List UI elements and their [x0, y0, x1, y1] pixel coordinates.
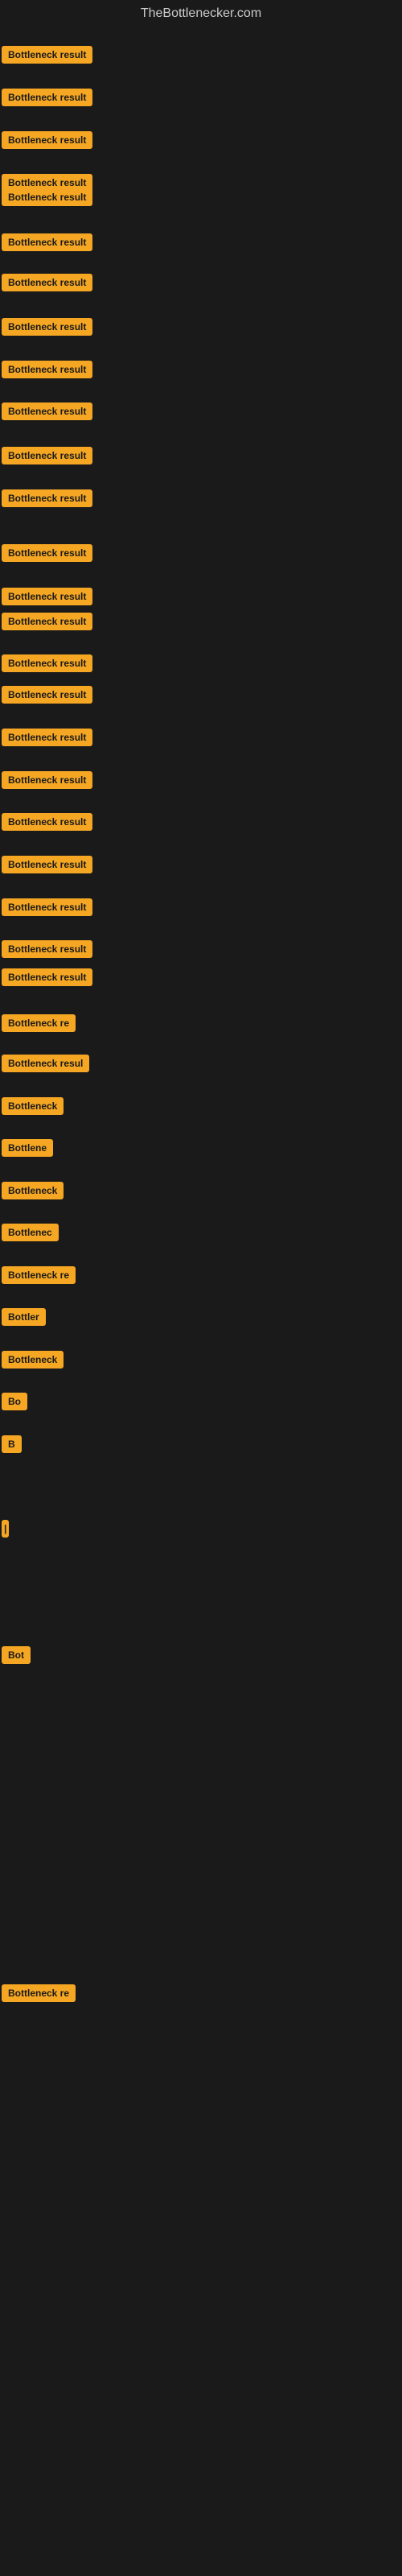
bottleneck-item-34: Bo [2, 1393, 27, 1410]
bottleneck-item-13: Bottleneck result [2, 544, 92, 562]
bottleneck-badge-16: Bottleneck result [2, 654, 92, 672]
bottleneck-item-28: Bottlene [2, 1139, 53, 1157]
bottleneck-badge-48: Bottleneck re [2, 1984, 76, 2002]
bottleneck-item-8: Bottleneck result [2, 318, 92, 336]
bottleneck-item-18: Bottleneck result [2, 729, 92, 746]
bottleneck-badge-31: Bottleneck re [2, 1266, 76, 1284]
bottleneck-item-40: Bot [2, 1646, 31, 1664]
bottleneck-item-29: Bottleneck [2, 1182, 64, 1199]
bottleneck-badge-33: Bottleneck [2, 1351, 64, 1368]
bottleneck-badge-2: Bottleneck result [2, 89, 92, 106]
bottleneck-item-11: Bottleneck result [2, 447, 92, 464]
bottleneck-item-24: Bottleneck result [2, 968, 92, 986]
bottleneck-badge-23: Bottleneck result [2, 940, 92, 958]
bottleneck-item-5: Bottleneck result [2, 188, 92, 206]
bottleneck-item-33: Bottleneck [2, 1351, 64, 1368]
bottleneck-badge-34: Bo [2, 1393, 27, 1410]
bottleneck-item-9: Bottleneck result [2, 361, 92, 378]
bottleneck-item-30: Bottlenec [2, 1224, 59, 1241]
bottleneck-item-21: Bottleneck result [2, 856, 92, 873]
bottleneck-item-20: Bottleneck result [2, 813, 92, 831]
bottleneck-item-22: Bottleneck result [2, 898, 92, 916]
bottleneck-item-25: Bottleneck re [2, 1014, 76, 1032]
bottleneck-item-27: Bottleneck [2, 1097, 64, 1115]
bottleneck-badge-1: Bottleneck result [2, 46, 92, 64]
bottleneck-badge-21: Bottleneck result [2, 856, 92, 873]
bottleneck-item-2: Bottleneck result [2, 89, 92, 106]
bottleneck-item-16: Bottleneck result [2, 654, 92, 672]
bottleneck-badge-11: Bottleneck result [2, 447, 92, 464]
bottleneck-badge-18: Bottleneck result [2, 729, 92, 746]
bottleneck-badge-13: Bottleneck result [2, 544, 92, 562]
bottleneck-badge-6: Bottleneck result [2, 233, 92, 251]
site-title: TheBottlenecker.com [0, 0, 402, 27]
bottleneck-badge-8: Bottleneck result [2, 318, 92, 336]
bottleneck-badge-15: Bottleneck result [2, 613, 92, 630]
bottleneck-badge-40: Bot [2, 1646, 31, 1664]
bottleneck-item-17: Bottleneck result [2, 686, 92, 704]
bottleneck-item-14: Bottleneck result [2, 588, 92, 605]
bottleneck-item-32: Bottler [2, 1308, 46, 1326]
bottleneck-badge-32: Bottler [2, 1308, 46, 1326]
bottleneck-badge-19: Bottleneck result [2, 771, 92, 789]
bottleneck-badge-17: Bottleneck result [2, 686, 92, 704]
bottleneck-badge-10: Bottleneck result [2, 402, 92, 420]
bottleneck-item-26: Bottleneck resul [2, 1055, 89, 1072]
bottleneck-badge: | [2, 1520, 9, 1538]
bottleneck-badge-7: Bottleneck result [2, 274, 92, 291]
bottleneck-badge-25: Bottleneck re [2, 1014, 76, 1032]
bottleneck-item-23: Bottleneck result [2, 940, 92, 958]
bottleneck-badge-35: B [2, 1435, 22, 1453]
bottleneck-badge-28: Bottlene [2, 1139, 53, 1157]
bottleneck-item-19: Bottleneck result [2, 771, 92, 789]
bottleneck-item-31: Bottleneck re [2, 1266, 76, 1284]
bottleneck-item-35: B [2, 1435, 22, 1453]
bottleneck-badge-30: Bottlenec [2, 1224, 59, 1241]
bottleneck-badge-12: Bottleneck result [2, 489, 92, 507]
bottleneck-badge-27: Bottleneck [2, 1097, 64, 1115]
bottleneck-badge-9: Bottleneck result [2, 361, 92, 378]
bottleneck-badge-29: Bottleneck [2, 1182, 64, 1199]
bottleneck-badge-14: Bottleneck result [2, 588, 92, 605]
bottleneck-badge-5: Bottleneck result [2, 188, 92, 206]
bottleneck-item-48: Bottleneck re [2, 1984, 76, 2002]
bottleneck-item-7: Bottleneck result [2, 274, 92, 291]
bottleneck-item-37: | [2, 1520, 9, 1538]
bottleneck-badge-22: Bottleneck result [2, 898, 92, 916]
bottleneck-item-15: Bottleneck result [2, 613, 92, 630]
bottleneck-item-12: Bottleneck result [2, 489, 92, 507]
bottleneck-item-1: Bottleneck result [2, 46, 92, 64]
bottleneck-item-6: Bottleneck result [2, 233, 92, 251]
bottleneck-badge-24: Bottleneck result [2, 968, 92, 986]
bottleneck-badge-3: Bottleneck result [2, 131, 92, 149]
bottleneck-item-10: Bottleneck result [2, 402, 92, 420]
bottleneck-item-3: Bottleneck result [2, 131, 92, 149]
bottleneck-badge-26: Bottleneck resul [2, 1055, 89, 1072]
bottleneck-badge-20: Bottleneck result [2, 813, 92, 831]
